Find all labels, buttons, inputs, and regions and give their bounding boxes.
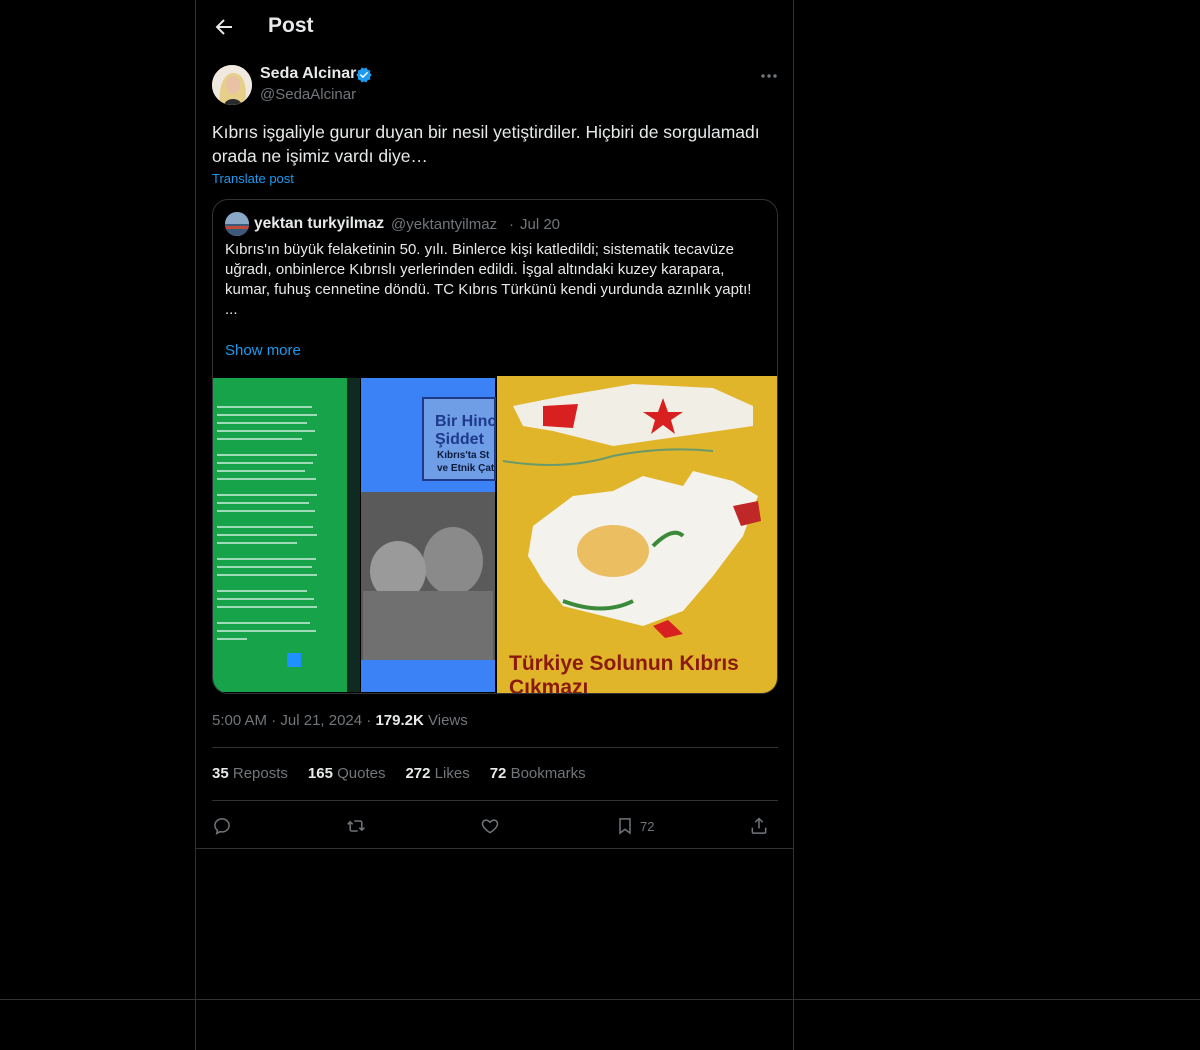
post-date[interactable]: Jul 21, 2024 xyxy=(280,712,362,729)
book-title-line-1: Bir Hinc xyxy=(435,413,496,430)
action-bar: 72 xyxy=(212,812,778,840)
likes-stat[interactable]: 272 Likes xyxy=(405,765,469,782)
reposts-count: 35 xyxy=(212,765,229,782)
post-time[interactable]: 5:00 AM xyxy=(212,712,267,729)
bookmarks-label: Bookmarks xyxy=(510,765,586,782)
quote-media[interactable]: Bir Hinc Şiddet Kıbrıs'ta St ve Etnik Ça… xyxy=(213,376,778,694)
quote-author-name: yektan turkyilmaz xyxy=(254,215,385,232)
views-count: 179.2K xyxy=(375,712,424,729)
author-name[interactable]: Seda Alcinar xyxy=(260,65,356,83)
post-bottom-border xyxy=(196,848,794,849)
book-subtitle-line-1: Kıbrıs'ta St xyxy=(437,450,490,461)
quote-separator: · xyxy=(509,216,514,233)
book-title-line-2: Şiddet xyxy=(435,431,485,448)
post-text: Kıbrıs işgaliyle gurur duyan bir nesil y… xyxy=(212,122,760,166)
bookmarks-stat[interactable]: 72 Bookmarks xyxy=(490,765,586,782)
share-button[interactable] xyxy=(749,812,769,840)
bookmark-button[interactable]: 72 xyxy=(615,812,654,840)
reposts-label: Reposts xyxy=(232,765,288,782)
main-column: Post Seda Alcinar @SedaAlcinar Kıbrıs iş… xyxy=(195,0,794,1050)
quotes-label: Quotes xyxy=(337,765,386,782)
like-icon xyxy=(481,819,499,834)
author-handle[interactable]: @SedaAlcinar xyxy=(260,86,356,103)
quotes-count: 165 xyxy=(307,765,333,782)
map-caption-line-1: Türkiye Solunun Kıbrıs xyxy=(509,652,739,675)
repost-icon xyxy=(347,820,365,832)
verified-badge-icon xyxy=(356,67,372,83)
like-button[interactable] xyxy=(480,812,500,840)
page-title: Post xyxy=(268,14,314,37)
map-caption-line-2: Çıkmazı xyxy=(509,676,588,694)
back-button[interactable] xyxy=(212,15,236,39)
book-cover-image[interactable]: Bir Hinc Şiddet Kıbrıs'ta St ve Etnik Ça… xyxy=(213,378,496,694)
show-more-link[interactable]: Show more xyxy=(225,342,301,359)
views-label: Views xyxy=(428,712,468,729)
bookmarks-count: 72 xyxy=(489,765,507,782)
likes-count: 272 xyxy=(405,765,431,782)
reply-icon xyxy=(214,818,230,835)
quote-text: Kıbrıs'ın büyük felaketinin 50. yılı. Bi… xyxy=(225,241,752,318)
reply-button[interactable] xyxy=(212,812,232,840)
quote-author-avatar xyxy=(225,212,249,236)
back-arrow-icon xyxy=(215,19,232,35)
bookmark-icon xyxy=(619,818,631,835)
translate-post-link[interactable]: Translate post xyxy=(212,171,294,186)
repost-button[interactable] xyxy=(346,812,366,840)
meta-separator: · xyxy=(271,712,277,729)
quotes-stat[interactable]: 165 Quotes xyxy=(308,765,386,782)
quoted-post[interactable]: yektan turkyilmaz @yektantyilmaz · Jul 2… xyxy=(212,199,778,694)
post-meta: 5:00 AM · Jul 21, 2024 · 179.2K Views xyxy=(212,712,468,729)
reposts-stat[interactable]: 35 Reposts xyxy=(212,765,288,782)
cyprus-map-image[interactable]: Türkiye Solunun Kıbrıs Çıkmazı xyxy=(497,376,778,694)
meta-separator: · xyxy=(366,712,372,729)
bookmark-count: 72 xyxy=(640,818,655,834)
share-icon xyxy=(751,817,767,834)
more-icon xyxy=(761,74,777,78)
more-button[interactable] xyxy=(759,66,779,86)
divider xyxy=(212,800,778,801)
author-avatar[interactable] xyxy=(212,65,252,105)
quote-date: Jul 20 xyxy=(520,216,561,233)
divider xyxy=(212,747,778,748)
likes-label: Likes xyxy=(434,765,470,782)
page-header: Post xyxy=(196,0,794,54)
quote-author-handle: @yektantyilmaz xyxy=(391,216,498,233)
engagement-stats: 35 Reposts 165 Quotes 272 Likes 72 Bookm… xyxy=(212,765,586,782)
book-subtitle-line-2: ve Etnik Çat xyxy=(437,463,495,474)
